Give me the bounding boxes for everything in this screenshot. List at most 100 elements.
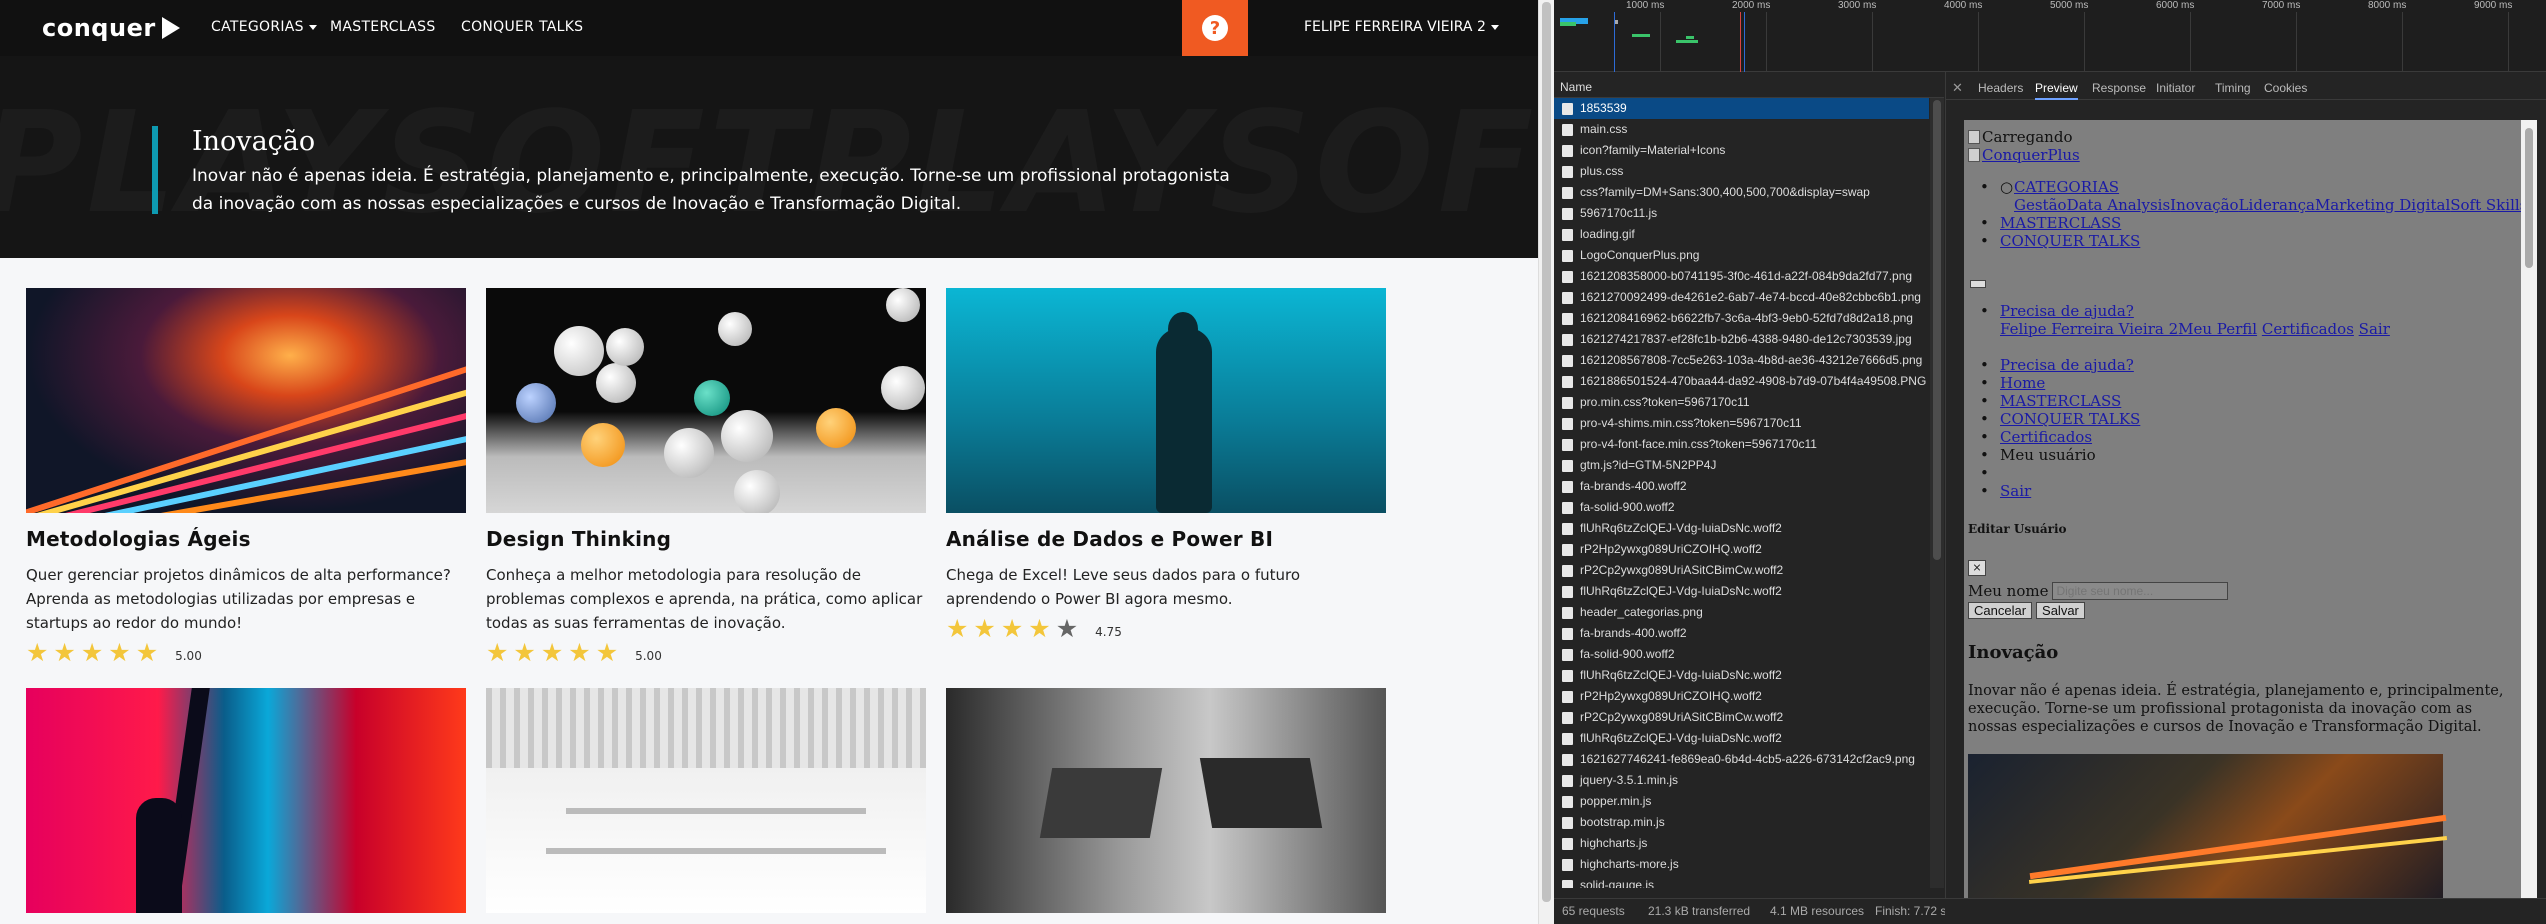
link-certificados-2[interactable]: Certificados: [2000, 428, 2092, 446]
request-row[interactable]: gtm.js?id=GTM-5N2PP4J: [1554, 455, 1929, 476]
link-inovacao[interactable]: Inovação: [2170, 196, 2238, 214]
course-card[interactable]: Design Thinking Conheça a melhor metodol…: [486, 288, 926, 667]
link-certificados[interactable]: Certificados: [2262, 320, 2354, 338]
request-row[interactable]: fa-brands-400.woff2: [1554, 476, 1929, 497]
request-row[interactable]: loading.gif: [1554, 224, 1929, 245]
course-card[interactable]: Metodologias Ágeis Quer gerenciar projet…: [26, 288, 466, 667]
request-row[interactable]: 1621208358000-b0741195-3f0c-461d-a22f-08…: [1554, 266, 1929, 287]
name-input[interactable]: [2052, 582, 2229, 600]
save-button[interactable]: Salvar: [2036, 602, 2085, 619]
link-conquerplus[interactable]: ConquerPlus: [1982, 146, 2080, 164]
logo[interactable]: conquer: [42, 14, 180, 42]
request-row[interactable]: popper.min.js: [1554, 791, 1929, 812]
request-row[interactable]: 1621208416962-b6622fb7-3c6a-4bf3-9eb0-52…: [1554, 308, 1929, 329]
request-row[interactable]: fa-solid-900.woff2: [1554, 497, 1929, 518]
request-row[interactable]: 1621270092499-de4261e2-6ab7-4e74-bccd-40…: [1554, 287, 1929, 308]
link-marketing-digital[interactable]: Marketing Digital: [2315, 196, 2450, 214]
link-sair[interactable]: Sair: [2359, 320, 2390, 338]
panel-divider[interactable]: [1945, 72, 1946, 924]
help-button[interactable]: ?: [1182, 0, 1248, 56]
course-image-spheres[interactable]: [486, 288, 926, 513]
course-title[interactable]: Design Thinking: [486, 527, 926, 551]
request-row[interactable]: LogoConquerPlus.png: [1554, 245, 1929, 266]
link-lideranca[interactable]: Liderança: [2239, 196, 2315, 214]
request-row[interactable]: icon?family=Material+Icons: [1554, 140, 1929, 161]
link-sair-2[interactable]: Sair: [2000, 482, 2031, 500]
scrollbar-thumb[interactable]: [1542, 2, 1551, 902]
link-user-name[interactable]: Felipe Ferreira Vieira 2: [2000, 320, 2178, 338]
column-header-name[interactable]: Name: [1554, 76, 1944, 98]
course-image-data-person[interactable]: [946, 288, 1386, 513]
course-image-city-lights[interactable]: [26, 288, 466, 513]
link-home[interactable]: Home: [2000, 374, 2045, 392]
link-masterclass-2[interactable]: MASTERCLASS: [2000, 392, 2121, 410]
link-precisa-ajuda-2[interactable]: Precisa de ajuda?: [2000, 356, 2134, 374]
scrollbar-thumb[interactable]: [2525, 128, 2533, 268]
tab-response[interactable]: Response: [2092, 76, 2146, 100]
link-masterclass[interactable]: MASTERCLASS: [2000, 214, 2121, 232]
course-image-library[interactable]: [486, 688, 926, 913]
request-row[interactable]: bootstrap.min.js: [1554, 812, 1929, 833]
request-row[interactable]: css?family=DM+Sans:300,400,500,700&displ…: [1554, 182, 1929, 203]
request-row[interactable]: pro-v4-shims.min.css?token=5967170c11: [1554, 413, 1929, 434]
nav-categorias[interactable]: CATEGORIAS: [211, 19, 317, 35]
course-image-ladder[interactable]: [26, 688, 466, 913]
request-row[interactable]: 1621886501524-470baa44-da92-4908-b7d9-07…: [1554, 371, 1929, 392]
scrollbar-thumb[interactable]: [1933, 100, 1941, 560]
close-button[interactable]: ×: [1968, 560, 1986, 576]
request-row[interactable]: flUhRq6tzZclQEJ-Vdg-IuiaDsNc.woff2: [1554, 665, 1929, 686]
link-meu-perfil[interactable]: Meu Perfil: [2178, 320, 2257, 338]
user-menu[interactable]: FELIPE FERREIRA VIEIRA 2: [1304, 19, 1499, 35]
course-title[interactable]: Análise de Dados e Power BI: [946, 527, 1386, 551]
network-timeline-overview[interactable]: 1000 ms 2000 ms 3000 ms 4000 ms 5000 ms …: [1554, 0, 2546, 72]
link-data-analysis[interactable]: Data Analysis: [2067, 196, 2171, 214]
toggler-button[interactable]: [1970, 280, 1986, 288]
course-card[interactable]: [26, 688, 466, 913]
request-row[interactable]: highcharts-more.js: [1554, 854, 1929, 875]
request-row[interactable]: header_categorias.png: [1554, 602, 1929, 623]
course-card[interactable]: [946, 688, 1386, 913]
link-precisa-ajuda[interactable]: Precisa de ajuda?: [2000, 302, 2134, 320]
request-row[interactable]: 1621627746241-fe869ea0-6b4d-4cb5-a226-67…: [1554, 749, 1929, 770]
request-row[interactable]: solid-gauge.js: [1554, 875, 1929, 888]
request-list-scrollbar[interactable]: [1930, 98, 1944, 888]
link-conquer-talks-2[interactable]: CONQUER TALKS: [2000, 410, 2140, 428]
request-row[interactable]: flUhRq6tzZclQEJ-Vdg-IuiaDsNc.woff2: [1554, 518, 1929, 539]
cancel-button[interactable]: Cancelar: [1968, 602, 2033, 619]
request-row[interactable]: pro.min.css?token=5967170c11: [1554, 392, 1929, 413]
link-soft-skills[interactable]: Soft Skills: [2450, 196, 2521, 214]
tab-headers[interactable]: Headers: [1978, 76, 2023, 100]
link-categorias[interactable]: CATEGORIAS: [2014, 178, 2119, 196]
request-row[interactable]: fa-solid-900.woff2: [1554, 644, 1929, 665]
request-list[interactable]: 1853539 main.css icon?family=Material+Icon…: [1554, 98, 1929, 888]
request-row[interactable]: main.css: [1554, 119, 1929, 140]
link-gestao[interactable]: Gestão: [2014, 196, 2067, 214]
nav-masterclass[interactable]: MASTERCLASS: [330, 19, 436, 35]
request-row[interactable]: plus.css: [1554, 161, 1929, 182]
request-row[interactable]: rP2Hp2ywxg089UriCZOIHQ.woff2: [1554, 539, 1929, 560]
request-row[interactable]: highcharts.js: [1554, 833, 1929, 854]
course-title[interactable]: Metodologias Ágeis: [26, 527, 466, 551]
request-row[interactable]: flUhRq6tzZclQEJ-Vdg-IuiaDsNc.woff2: [1554, 728, 1929, 749]
request-row[interactable]: fa-brands-400.woff2: [1554, 623, 1929, 644]
request-row[interactable]: 5967170c11.js: [1554, 203, 1929, 224]
tab-cookies[interactable]: Cookies: [2264, 76, 2307, 100]
tab-preview[interactable]: Preview: [2035, 76, 2078, 100]
tab-initiator[interactable]: Initiator: [2156, 76, 2195, 100]
nav-conquer-talks[interactable]: CONQUER TALKS: [461, 19, 583, 35]
request-row[interactable]: 1621208567808-7cc5e263-103a-4b8d-ae36-43…: [1554, 350, 1929, 371]
link-conquer-talks[interactable]: CONQUER TALKS: [2000, 232, 2140, 250]
course-card[interactable]: [486, 688, 926, 913]
request-row[interactable]: flUhRq6tzZclQEJ-Vdg-IuiaDsNc.woff2: [1554, 581, 1929, 602]
request-row[interactable]: rP2Cp2ywxg089UriASitCBimCw.woff2: [1554, 707, 1929, 728]
page-scrollbar[interactable]: [1538, 0, 1554, 924]
request-row[interactable]: 1621274217837-ef28fc1b-b2b6-4388-9480-de…: [1554, 329, 1929, 350]
request-row[interactable]: jquery-3.5.1.min.js: [1554, 770, 1929, 791]
tab-timing[interactable]: Timing: [2215, 76, 2251, 100]
logo-link[interactable]: ConquerPlus: [1968, 146, 2080, 164]
course-card[interactable]: Análise de Dados e Power BI Chega de Exc…: [946, 288, 1386, 643]
request-row[interactable]: rP2Cp2ywxg089UriASitCBimCw.woff2: [1554, 560, 1929, 581]
request-row[interactable]: pro-v4-font-face.min.css?token=5967170c1…: [1554, 434, 1929, 455]
preview-scrollbar[interactable]: [2521, 120, 2537, 904]
request-row[interactable]: 1853539: [1554, 98, 1929, 119]
